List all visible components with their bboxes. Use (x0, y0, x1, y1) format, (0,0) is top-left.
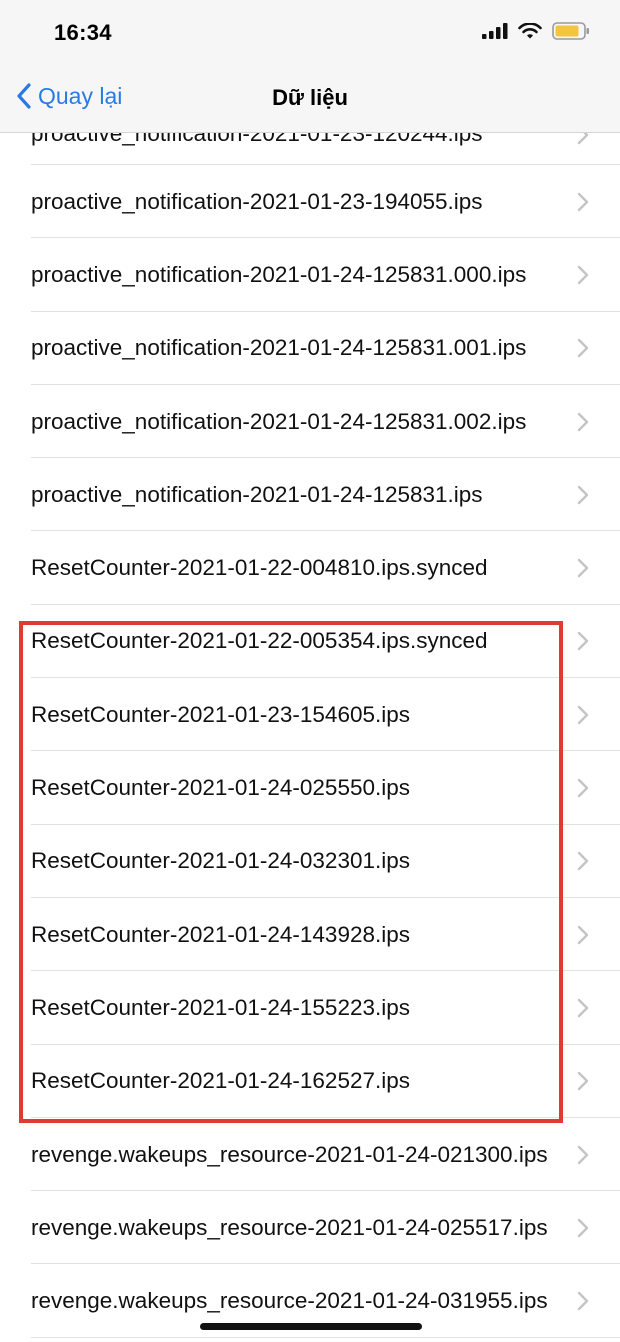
file-name: revenge.wakeups_resource-2021-01-24-0319… (31, 1288, 548, 1314)
file-name: proactive_notification-2021-01-24-125831… (31, 261, 527, 287)
chevron-right-icon (577, 485, 589, 505)
chevron-right-icon (577, 705, 589, 724)
home-indicator[interactable] (200, 1323, 422, 1330)
file-name: ResetCounter-2021-01-24-025550.ips (31, 775, 410, 801)
battery-icon (552, 22, 589, 40)
chevron-right-icon (577, 1072, 589, 1091)
list-item[interactable]: proactive_notification-2021-01-23-194055… (0, 165, 620, 239)
list-item[interactable]: ResetCounter-2021-01-24-143928.ips (0, 898, 620, 972)
cellular-signal-icon (482, 23, 508, 39)
list-item[interactable]: revenge.wakeups_resource-2021-01-24-0213… (0, 1118, 620, 1192)
wifi-icon (518, 22, 542, 38)
chevron-right-icon (577, 998, 589, 1018)
list-item[interactable]: revenge.wakeups_resource-2021-01-24-0255… (0, 1191, 620, 1265)
list-item[interactable]: ResetCounter-2021-01-24-162527.ips (0, 1045, 620, 1118)
list-item[interactable]: proactive_notification-2021-01-24-125831… (0, 312, 620, 385)
list-item[interactable]: ResetCounter-2021-01-23-154605.ips (0, 678, 620, 752)
chevron-right-icon (577, 265, 589, 285)
page-title: Dữ liệu (272, 85, 348, 110)
file-name: ResetCounter-2021-01-24-143928.ips (31, 921, 410, 947)
file-name: proactive_notification-2021-01-24-125831… (31, 481, 483, 507)
file-name: proactive_notification-2021-01-24-125831… (31, 335, 527, 361)
file-name: ResetCounter-2021-01-22-005354.ips.synce… (31, 628, 488, 654)
file-list: proactive_notification-2021-01-23-120244… (0, 92, 620, 1338)
file-name: ResetCounter-2021-01-22-004810.ips.synce… (31, 555, 488, 581)
list-item[interactable]: ResetCounter-2021-01-22-004810.ips.synce… (0, 531, 620, 605)
file-name: ResetCounter-2021-01-24-162527.ips (31, 1068, 410, 1094)
chevron-right-icon (577, 192, 589, 211)
chevron-right-icon (577, 558, 589, 578)
status-icons (482, 22, 590, 40)
chevron-right-icon (577, 1145, 589, 1164)
file-name: revenge.wakeups_resource-2021-01-24-0255… (31, 1214, 548, 1240)
chevron-right-icon (577, 339, 589, 358)
chevron-right-icon (577, 852, 589, 871)
chevron-right-icon (577, 1218, 589, 1237)
status-bar: 16:34 (0, 0, 620, 66)
list-item[interactable]: ResetCounter-2021-01-24-025550.ips (0, 751, 620, 825)
list-item[interactable]: ResetCounter-2021-01-24-032301.ips (0, 825, 620, 898)
file-name: ResetCounter-2021-01-24-032301.ips (31, 848, 410, 874)
file-name: ResetCounter-2021-01-24-155223.ips (31, 994, 410, 1020)
chevron-right-icon (577, 412, 589, 431)
list-item[interactable]: ResetCounter-2021-01-24-155223.ips (0, 971, 620, 1045)
list-item[interactable]: proactive_notification-2021-01-24-125831… (0, 238, 620, 312)
list-item[interactable]: ResetCounter-2021-01-22-005354.ips.synce… (0, 605, 620, 679)
list-item[interactable]: proactive_notification-2021-01-24-125831… (0, 458, 620, 532)
file-name: revenge.wakeups_resource-2021-01-24-0213… (31, 1141, 548, 1167)
file-name: proactive_notification-2021-01-24-125831… (31, 408, 527, 434)
chevron-right-icon (577, 632, 589, 651)
row-divider (31, 1336, 620, 1338)
chevron-right-icon (577, 778, 589, 798)
chevron-right-icon (577, 925, 589, 944)
status-time: 16:34 (54, 20, 112, 45)
file-name: ResetCounter-2021-01-23-154605.ips (31, 701, 410, 727)
chevron-right-icon (577, 1291, 589, 1311)
file-name: proactive_notification-2021-01-23-194055… (31, 188, 483, 214)
navigation-bar: Quay lại Dữ liệu (0, 66, 620, 133)
list-item[interactable]: proactive_notification-2021-01-24-125831… (0, 385, 620, 459)
